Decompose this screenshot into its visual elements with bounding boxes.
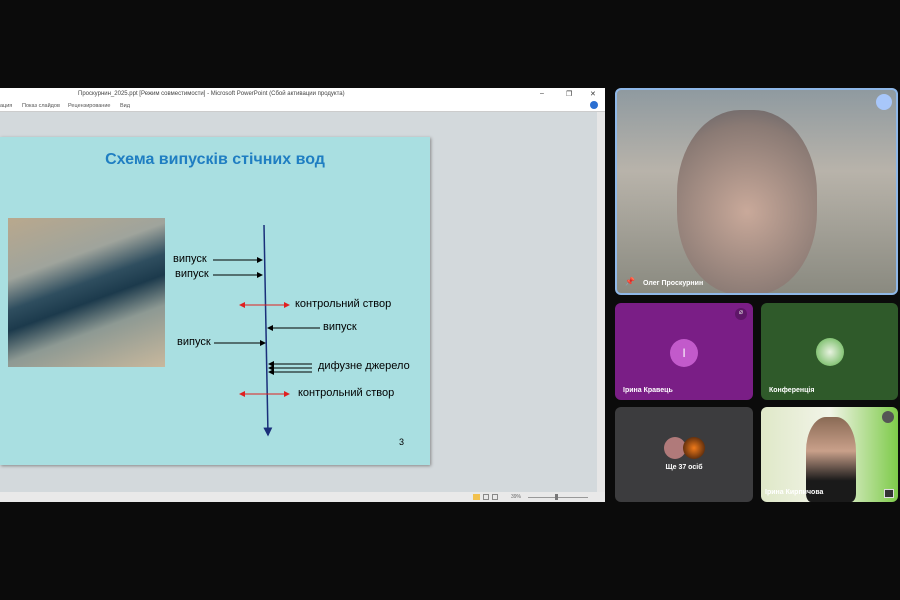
- more-participants-tile[interactable]: Ще 37 осіб: [615, 407, 753, 502]
- title-bar: Проскурнин_2025.ppt [Режим совместимости…: [0, 88, 605, 100]
- participant-tile-conference[interactable]: Конференція: [761, 303, 898, 400]
- ribbon-tabs: ация Показ слайдов Рецензирование Вид: [0, 100, 605, 112]
- participant-tile-iryna-kyrpychova[interactable]: Ірина Кирпичова: [761, 407, 898, 502]
- label-diffuse: дифузне джерело: [318, 360, 410, 372]
- help-icon[interactable]: [590, 101, 598, 109]
- powerpoint-window: Проскурнин_2025.ppt [Режим совместимости…: [0, 88, 605, 502]
- window-title: Проскурнин_2025.ppt [Режим совместимости…: [78, 91, 345, 97]
- participant-tile-main[interactable]: 📌 Олег Проскурнин: [615, 88, 898, 295]
- avatar: [683, 437, 705, 459]
- minimize-button[interactable]: –: [540, 90, 544, 97]
- tab-slideshow[interactable]: Показ слайдов: [22, 103, 60, 109]
- status-bar: 39%: [0, 492, 605, 502]
- label-outlet-4: випуск: [177, 336, 211, 348]
- close-button[interactable]: ✕: [590, 90, 596, 98]
- zoom-slider[interactable]: [528, 497, 588, 498]
- tab-view[interactable]: Вид: [120, 103, 130, 109]
- participant-tile-iryna-kravets[interactable]: ⌀ I Ірина Кравець: [615, 303, 753, 400]
- participant-video: [677, 110, 817, 293]
- river-line: [263, 224, 273, 437]
- more-participants-count: Ще 37 осіб: [665, 464, 703, 471]
- participant-name: Олег Проскурнин: [643, 280, 704, 287]
- normal-view-icon[interactable]: [473, 494, 480, 500]
- reading-view-icon[interactable]: [492, 494, 498, 500]
- label-outlet-1: випуск: [173, 253, 207, 265]
- tab-review[interactable]: Рецензирование: [68, 103, 110, 109]
- avatar: [816, 338, 844, 366]
- avatar: I: [670, 339, 698, 367]
- pin-icon[interactable]: 📌: [625, 277, 635, 286]
- participant-name: Конференція: [769, 387, 815, 394]
- sorter-view-icon[interactable]: [483, 494, 489, 500]
- label-control-1: контрольний створ: [295, 298, 392, 310]
- participant-name: Ірина Кравець: [623, 387, 673, 394]
- zoom-level[interactable]: 39%: [511, 494, 521, 500]
- slide-number: 3: [399, 437, 405, 447]
- picture-in-picture-icon[interactable]: [884, 489, 894, 498]
- label-control-2: контрольний створ: [298, 387, 395, 399]
- vertical-scrollbar[interactable]: [597, 112, 605, 492]
- zoom-slider-handle[interactable]: [555, 494, 558, 500]
- slide: Схема випусків стічних вод випуск випуск…: [0, 137, 430, 465]
- mic-off-icon: [882, 411, 894, 423]
- label-outlet-2: випуск: [175, 268, 209, 280]
- speaking-indicator-icon: [876, 94, 892, 110]
- maximize-button[interactable]: ❐: [566, 90, 572, 98]
- mic-off-icon: ⌀: [735, 308, 747, 320]
- tab-animation[interactable]: ация: [0, 103, 12, 109]
- participant-name: Ірина Кирпичова: [765, 489, 824, 496]
- label-outlet-3: випуск: [323, 321, 357, 333]
